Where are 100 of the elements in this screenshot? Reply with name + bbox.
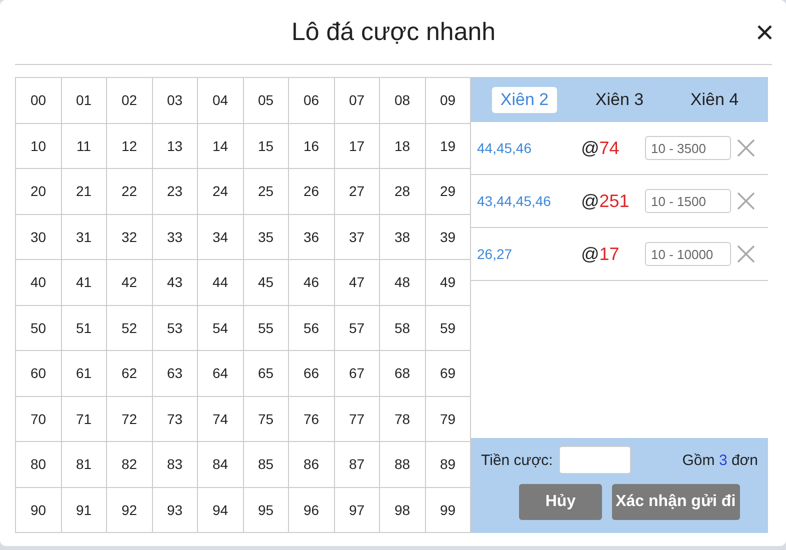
number-cell[interactable]: 76 [289, 396, 334, 442]
number-cell[interactable]: 88 [380, 442, 426, 488]
number-cell[interactable]: 67 [334, 351, 380, 396]
number-cell[interactable]: 64 [198, 351, 244, 396]
amount-field[interactable]: 10 - 3500 [645, 136, 731, 160]
number-cell[interactable]: 69 [426, 351, 471, 396]
number-cell[interactable]: 62 [107, 351, 152, 396]
number-cell[interactable]: 32 [107, 214, 152, 260]
remove-icon[interactable] [737, 245, 755, 263]
number-cell[interactable]: 53 [152, 306, 198, 351]
number-cell[interactable]: 35 [244, 214, 289, 260]
number-cell[interactable]: 17 [334, 124, 380, 169]
number-cell[interactable]: 27 [334, 169, 380, 214]
number-cell[interactable]: 26 [289, 169, 334, 214]
cancel-button[interactable]: Hủy [519, 484, 602, 520]
number-cell[interactable]: 57 [334, 306, 380, 351]
number-cell[interactable]: 52 [107, 306, 152, 351]
number-cell[interactable]: 56 [289, 306, 334, 351]
number-cell[interactable]: 50 [16, 306, 62, 351]
number-cell[interactable]: 54 [198, 306, 244, 351]
number-cell[interactable]: 75 [244, 396, 289, 442]
number-cell[interactable]: 40 [16, 260, 62, 306]
number-cell[interactable]: 89 [426, 442, 471, 488]
number-cell[interactable]: 39 [426, 214, 471, 260]
number-cell[interactable]: 63 [152, 351, 198, 396]
number-cell[interactable]: 01 [62, 78, 107, 124]
remove-icon[interactable] [737, 139, 755, 157]
number-cell[interactable]: 71 [62, 396, 107, 442]
number-cell[interactable]: 31 [62, 214, 107, 260]
number-cell[interactable]: 05 [244, 78, 289, 124]
number-cell[interactable]: 18 [380, 124, 426, 169]
number-cell[interactable]: 12 [107, 124, 152, 169]
number-cell[interactable]: 09 [426, 78, 471, 124]
remove-icon[interactable] [737, 192, 755, 210]
number-cell[interactable]: 14 [198, 124, 244, 169]
number-cell[interactable]: 20 [16, 169, 62, 214]
number-cell[interactable]: 93 [152, 488, 198, 533]
number-cell[interactable]: 07 [334, 78, 380, 124]
number-cell[interactable]: 66 [289, 351, 334, 396]
number-cell[interactable]: 85 [244, 442, 289, 488]
stake-field[interactable] [558, 446, 631, 474]
number-cell[interactable]: 99 [426, 488, 471, 533]
number-cell[interactable]: 48 [380, 260, 426, 306]
confirm-button[interactable]: Xác nhận gửi đi [612, 484, 740, 520]
number-cell[interactable]: 46 [289, 260, 334, 306]
number-cell[interactable]: 74 [198, 396, 244, 442]
number-cell[interactable]: 61 [62, 351, 107, 396]
number-cell[interactable]: 30 [16, 214, 62, 260]
number-cell[interactable]: 33 [152, 214, 198, 260]
number-cell[interactable]: 25 [244, 169, 289, 214]
tab[interactable]: Xiên 3 [587, 86, 652, 112]
number-cell[interactable]: 86 [289, 442, 334, 488]
number-cell[interactable]: 87 [334, 442, 380, 488]
number-cell[interactable]: 72 [107, 396, 152, 442]
tab[interactable]: Xiên 2 [492, 86, 557, 112]
number-cell[interactable]: 10 [16, 124, 62, 169]
number-cell[interactable]: 15 [244, 124, 289, 169]
number-cell[interactable]: 94 [198, 488, 244, 533]
number-cell[interactable]: 37 [334, 214, 380, 260]
number-cell[interactable]: 95 [244, 488, 289, 533]
number-cell[interactable]: 11 [62, 124, 107, 169]
number-cell[interactable]: 23 [152, 169, 198, 214]
number-cell[interactable]: 78 [380, 396, 426, 442]
number-cell[interactable]: 49 [426, 260, 471, 306]
number-cell[interactable]: 73 [152, 396, 198, 442]
number-cell[interactable]: 92 [107, 488, 152, 533]
number-cell[interactable]: 83 [152, 442, 198, 488]
number-cell[interactable]: 16 [289, 124, 334, 169]
number-cell[interactable]: 98 [380, 488, 426, 533]
number-cell[interactable]: 82 [107, 442, 152, 488]
number-cell[interactable]: 36 [289, 214, 334, 260]
number-cell[interactable]: 21 [62, 169, 107, 214]
number-cell[interactable]: 60 [16, 351, 62, 396]
number-cell[interactable]: 55 [244, 306, 289, 351]
number-cell[interactable]: 81 [62, 442, 107, 488]
number-cell[interactable]: 97 [334, 488, 380, 533]
number-cell[interactable]: 38 [380, 214, 426, 260]
number-cell[interactable]: 58 [380, 306, 426, 351]
number-cell[interactable]: 08 [380, 78, 426, 124]
number-cell[interactable]: 77 [334, 396, 380, 442]
number-cell[interactable]: 00 [16, 78, 62, 124]
number-cell[interactable]: 70 [16, 396, 62, 442]
number-cell[interactable]: 04 [198, 78, 244, 124]
number-cell[interactable]: 47 [334, 260, 380, 306]
number-cell[interactable]: 24 [198, 169, 244, 214]
close-button[interactable]: × [755, 16, 774, 48]
number-cell[interactable]: 06 [289, 78, 334, 124]
number-cell[interactable]: 44 [198, 260, 244, 306]
amount-field[interactable]: 10 - 10000 [645, 242, 731, 266]
number-cell[interactable]: 41 [62, 260, 107, 306]
tab[interactable]: Xiên 4 [682, 86, 747, 112]
amount-field[interactable]: 10 - 1500 [645, 189, 731, 213]
number-cell[interactable]: 79 [426, 396, 471, 442]
number-cell[interactable]: 59 [426, 306, 471, 351]
number-cell[interactable]: 80 [16, 442, 62, 488]
number-cell[interactable]: 45 [244, 260, 289, 306]
number-cell[interactable]: 43 [152, 260, 198, 306]
number-cell[interactable]: 22 [107, 169, 152, 214]
number-cell[interactable]: 68 [380, 351, 426, 396]
number-cell[interactable]: 65 [244, 351, 289, 396]
